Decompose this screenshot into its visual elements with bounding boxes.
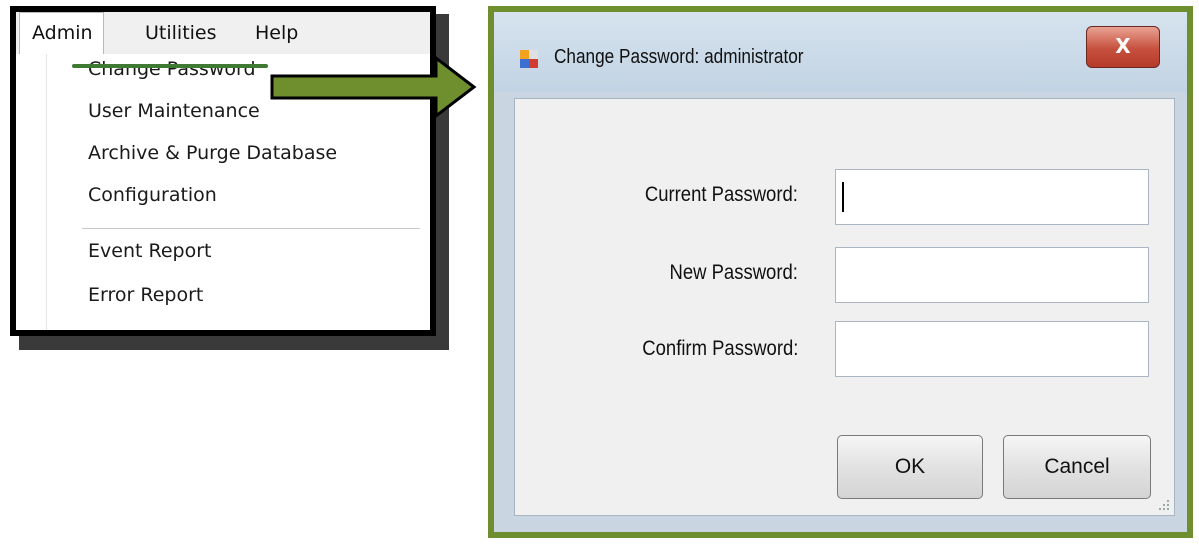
cancel-button[interactable]: Cancel — [1003, 435, 1151, 499]
menu-separator — [82, 228, 420, 229]
menu-gutter — [46, 54, 47, 330]
menu-item-user-maintenance[interactable]: User Maintenance — [88, 100, 260, 122]
menu-item-error-report[interactable]: Error Report — [88, 284, 203, 306]
dialog-title: Change Password: administrator — [554, 46, 804, 68]
dialog-titlebar[interactable]: Change Password: administrator X — [494, 12, 1187, 92]
ok-button[interactable]: OK — [837, 435, 983, 499]
menu-admin[interactable]: Admin — [19, 12, 104, 55]
menubar: Admin Utilities Help — [16, 12, 430, 55]
menu-item-change-password[interactable]: Change Password — [88, 58, 256, 80]
highlight-underline — [72, 64, 268, 68]
dialog-client-area: Current Password: New Password: Confirm … — [514, 98, 1175, 516]
new-password-input[interactable] — [835, 247, 1149, 303]
app-window-icon — [520, 50, 538, 68]
menu-help[interactable]: Help — [244, 12, 309, 54]
close-button[interactable]: X — [1086, 26, 1160, 68]
text-caret — [842, 182, 844, 212]
confirm-password-input[interactable] — [835, 321, 1149, 377]
menu-item-event-report[interactable]: Event Report — [88, 240, 211, 262]
dialog-highlight-border: Change Password: administrator X Current… — [488, 6, 1193, 538]
resize-grip-icon[interactable] — [1158, 499, 1170, 511]
current-password-input[interactable] — [835, 169, 1149, 225]
confirm-password-label: Confirm Password: — [641, 337, 798, 360]
menu-item-configuration[interactable]: Configuration — [88, 184, 217, 206]
arrow-right-icon — [270, 54, 477, 120]
menu-utilities[interactable]: Utilities — [134, 12, 228, 54]
change-password-dialog: Change Password: administrator X Current… — [494, 12, 1187, 532]
close-icon: X — [1115, 34, 1131, 58]
current-password-label: Current Password: — [644, 183, 798, 206]
new-password-label: New Password: — [669, 261, 798, 284]
menu-item-archive-purge[interactable]: Archive & Purge Database — [88, 142, 337, 164]
